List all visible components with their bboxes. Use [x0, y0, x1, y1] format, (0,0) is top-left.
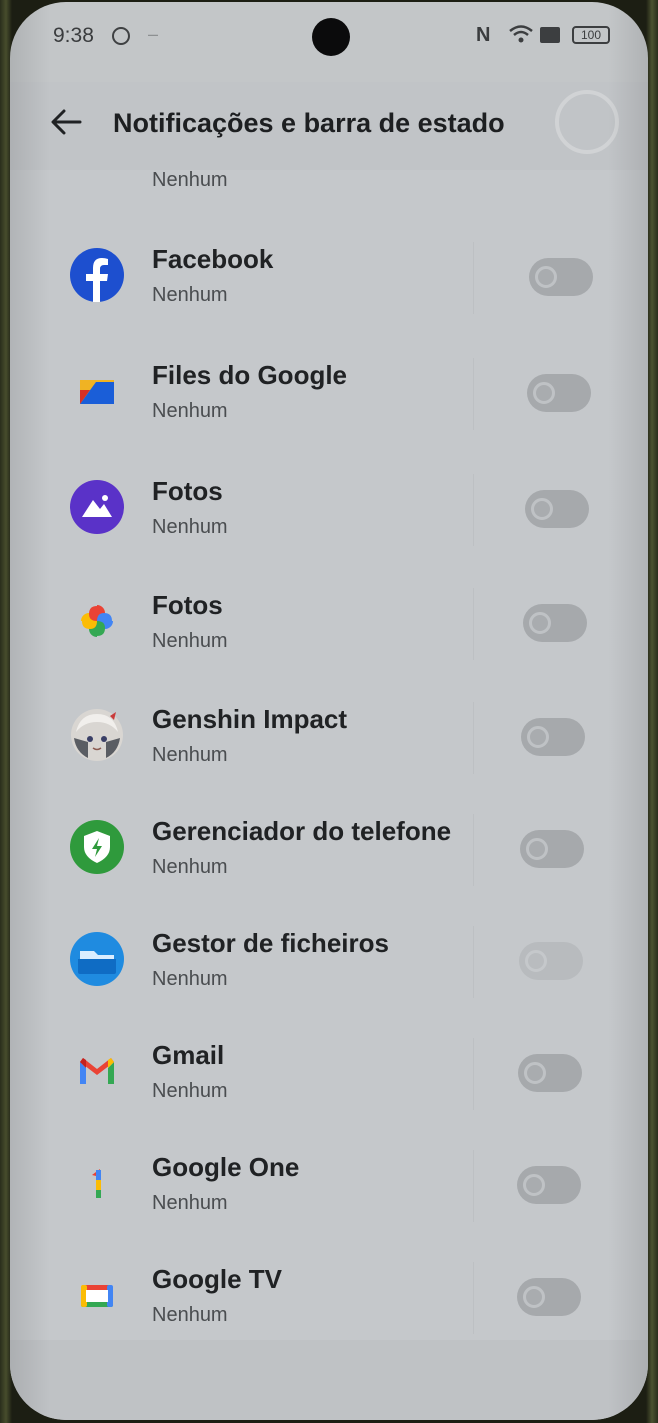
- phone-manager-icon: [70, 820, 124, 874]
- notification-toggle[interactable]: [517, 1278, 581, 1316]
- toggle-knob: [535, 266, 557, 288]
- app-name: Fotos: [152, 590, 223, 620]
- app-subtitle: Nenhum: [152, 400, 228, 422]
- list-item[interactable]: Fotos Nenhum: [10, 454, 648, 566]
- notification-toggle[interactable]: [521, 718, 585, 756]
- app-name: Google TV: [152, 1264, 282, 1294]
- app-name: Gerenciador do telefone: [152, 816, 452, 846]
- toggle-knob: [523, 1286, 545, 1308]
- app-name: Facebook: [152, 244, 274, 274]
- list-item[interactable]: Gestor de ficheiros Nenhum: [10, 906, 648, 1018]
- touch-indicator-ring: [555, 90, 619, 154]
- genshin-impact-icon: [71, 709, 123, 761]
- nfc-icon: N: [476, 24, 491, 46]
- google-photos-icon: [81, 605, 113, 637]
- divider: [473, 1262, 474, 1334]
- list-item[interactable]: Files do Google Nenhum: [10, 338, 648, 450]
- divider: [473, 588, 474, 660]
- app-name: Google One: [152, 1152, 300, 1182]
- app-subtitle: Nenhum: [152, 1080, 228, 1102]
- app-subtitle: Nenhum: [152, 968, 228, 990]
- status-bar: 9:38 – N 100: [10, 2, 648, 72]
- google-one-icon: [92, 1169, 101, 1198]
- notification-toggle[interactable]: [523, 604, 587, 642]
- front-camera: [312, 18, 350, 56]
- divider: [473, 1038, 474, 1110]
- sim-icon: [540, 27, 560, 43]
- list-item[interactable]: Gmail Nenhum: [10, 1018, 648, 1130]
- toggle-knob: [529, 612, 551, 634]
- app-name: Gestor de ficheiros: [152, 928, 389, 958]
- google-tv-icon: [81, 1285, 113, 1307]
- facebook-icon: [70, 248, 124, 302]
- status-dot-icon: [112, 27, 130, 45]
- app-subtitle: Nenhum: [152, 744, 228, 766]
- app-bar: Notificações e barra de estado: [10, 82, 648, 170]
- phone-frame: 9:38 – N 100 Notificações e barra de est…: [0, 0, 658, 1423]
- divider: [473, 474, 474, 546]
- notification-toggle[interactable]: [517, 1166, 581, 1204]
- app-subtitle: Nenhum: [152, 630, 228, 652]
- list-item[interactable]: Fotos Nenhum: [10, 568, 648, 680]
- divider: [473, 702, 474, 774]
- notification-toggle[interactable]: [525, 490, 589, 528]
- previous-item-subtitle: Nenhum: [152, 170, 228, 191]
- notification-toggle[interactable]: [519, 942, 583, 980]
- divider: [473, 242, 474, 314]
- app-subtitle: Nenhum: [152, 856, 228, 878]
- gallery-photos-icon: [70, 480, 124, 534]
- list-item[interactable]: Google TV Nenhum: [10, 1242, 648, 1340]
- app-subtitle: Nenhum: [152, 284, 228, 306]
- notification-toggle[interactable]: [527, 374, 591, 412]
- app-name: Genshin Impact: [152, 704, 348, 734]
- app-name: Files do Google: [152, 360, 348, 390]
- app-notification-list[interactable]: Nenhum Facebook Nenhum Files do Google N…: [10, 170, 648, 1340]
- app-name: Gmail: [152, 1040, 225, 1070]
- screen: 9:38 – N 100 Notificações e barra de est…: [10, 2, 648, 1420]
- divider: [473, 1150, 474, 1222]
- page-title: Notificações e barra de estado: [113, 108, 505, 138]
- back-arrow-icon[interactable]: [48, 104, 84, 140]
- wifi-icon: [509, 25, 533, 43]
- toggle-knob: [526, 838, 548, 860]
- app-subtitle: Nenhum: [152, 1192, 228, 1214]
- status-dash: –: [148, 24, 159, 44]
- app-subtitle: Nenhum: [152, 516, 228, 538]
- notification-toggle[interactable]: [520, 830, 584, 868]
- toggle-knob: [524, 1062, 546, 1084]
- list-item[interactable]: Facebook Nenhum: [10, 222, 648, 334]
- toggle-knob: [523, 1174, 545, 1196]
- list-item[interactable]: Google One Nenhum: [10, 1130, 648, 1242]
- files-by-google-icon: [80, 380, 114, 404]
- list-item[interactable]: Genshin Impact Nenhum: [10, 682, 648, 794]
- file-manager-icon: [70, 932, 124, 986]
- notification-toggle[interactable]: [518, 1054, 582, 1092]
- gmail-icon: [80, 1058, 114, 1084]
- divider: [473, 926, 474, 998]
- toggle-knob: [527, 726, 549, 748]
- list-item[interactable]: Gerenciador do telefone Nenhum: [10, 794, 648, 906]
- app-subtitle: Nenhum: [152, 1304, 228, 1326]
- notification-toggle[interactable]: [529, 258, 593, 296]
- toggle-knob: [525, 950, 547, 972]
- status-time: 9:38: [53, 24, 94, 47]
- navigation-bar-area: [10, 1340, 648, 1420]
- divider: [473, 814, 474, 886]
- battery-icon: 100: [572, 26, 610, 44]
- app-name: Fotos: [152, 476, 223, 506]
- toggle-knob: [531, 498, 553, 520]
- toggle-knob: [533, 382, 555, 404]
- divider: [473, 358, 474, 430]
